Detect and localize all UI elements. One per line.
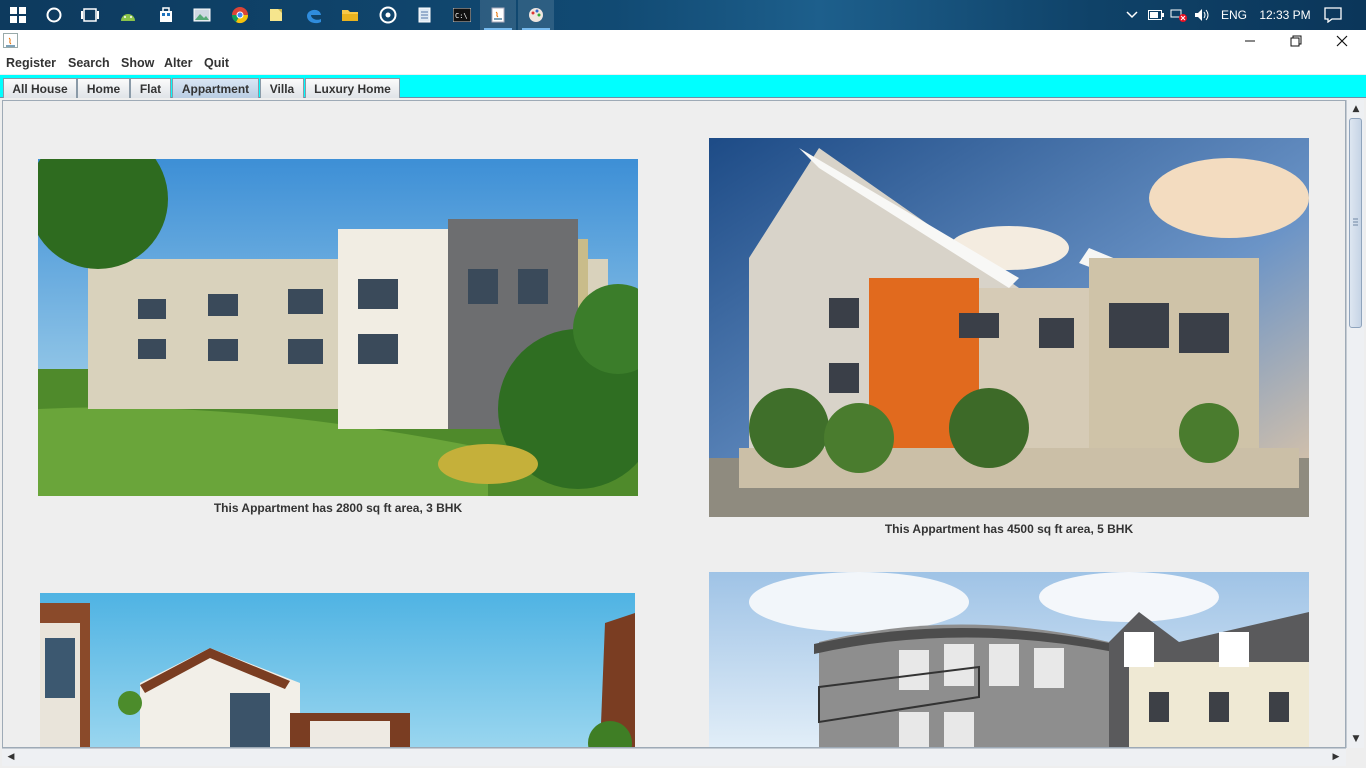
restore-button[interactable] <box>1273 30 1319 52</box>
edge-icon[interactable] <box>296 0 332 30</box>
volume-icon[interactable] <box>1192 0 1214 30</box>
tab-flat[interactable]: Flat <box>130 78 171 98</box>
vertical-scroll-thumb[interactable] <box>1349 118 1362 328</box>
menu-quit[interactable]: Quit <box>204 56 229 70</box>
menu-alter[interactable]: Alter <box>164 56 192 70</box>
store-icon[interactable] <box>148 0 184 30</box>
tab-luxury-home[interactable]: Luxury Home <box>305 78 400 98</box>
scroll-up-arrow-icon[interactable]: ▲ <box>1348 101 1364 117</box>
clock[interactable]: 12:33 PM <box>1252 0 1318 30</box>
listings-panel: This Appartment has 2800 sq ft area, 3 B… <box>2 100 1346 748</box>
listing-caption-1: This Appartment has 2800 sq ft area, 3 B… <box>213 501 463 515</box>
scroll-left-arrow-icon[interactable]: ◀ <box>3 749 19 765</box>
groove-music-icon[interactable] <box>370 0 406 30</box>
apartment-photo-4[interactable] <box>709 572 1309 747</box>
apartment-photo-1[interactable] <box>38 159 638 496</box>
vertical-scrollbar[interactable]: ▲ ▼ <box>1346 100 1364 748</box>
language-indicator[interactable]: ENG <box>1216 0 1252 30</box>
task-view-icon[interactable] <box>72 0 108 30</box>
tab-appartment[interactable]: Appartment <box>172 78 259 98</box>
action-center-icon[interactable] <box>1318 0 1348 30</box>
sticky-notes-icon[interactable] <box>258 0 294 30</box>
network-disconnected-icon[interactable] <box>1168 0 1190 30</box>
chrome-icon[interactable] <box>222 0 258 30</box>
scroll-down-arrow-icon[interactable]: ▼ <box>1348 731 1364 747</box>
java-app-icon[interactable] <box>480 0 516 30</box>
category-tab-strip: All House Home Flat Appartment Villa Lux… <box>0 75 1366 98</box>
photos-icon[interactable] <box>184 0 220 30</box>
apartment-photo-3[interactable] <box>40 593 635 747</box>
file-explorer-icon[interactable] <box>332 0 368 30</box>
menu-search[interactable]: Search <box>68 56 110 70</box>
tray-chevron-up-icon[interactable] <box>1122 0 1142 30</box>
battery-icon[interactable] <box>1146 0 1166 30</box>
tab-villa[interactable]: Villa <box>260 78 304 98</box>
svg-text:C:\: C:\ <box>455 12 468 20</box>
scroll-right-arrow-icon[interactable]: ▶ <box>1328 749 1344 765</box>
menu-show[interactable]: Show <box>121 56 154 70</box>
menu-bar: Register Search Show Alter Quit <box>0 52 1366 74</box>
notepad-icon[interactable] <box>406 0 442 30</box>
minimize-button[interactable] <box>1227 30 1273 52</box>
window-titlebar <box>0 30 1366 52</box>
start-windows-icon[interactable] <box>0 0 36 30</box>
java-window-icon <box>3 33 18 48</box>
close-button[interactable] <box>1319 30 1365 52</box>
apartment-photo-2[interactable] <box>709 138 1309 517</box>
listing-caption-2: This Appartment has 4500 sq ft area, 5 B… <box>884 522 1134 536</box>
windows-taskbar: C:\ ENG 12:33 PM <box>0 0 1366 30</box>
tab-home[interactable]: Home <box>77 78 130 98</box>
horizontal-scrollbar[interactable]: ◀ ▶ <box>2 748 1346 766</box>
cortana-search-icon[interactable] <box>36 0 72 30</box>
command-prompt-icon[interactable]: C:\ <box>444 0 480 30</box>
tab-all-house[interactable]: All House <box>3 78 77 98</box>
paint-icon[interactable] <box>518 0 554 30</box>
android-studio-icon[interactable] <box>110 0 146 30</box>
menu-register[interactable]: Register <box>6 56 56 70</box>
